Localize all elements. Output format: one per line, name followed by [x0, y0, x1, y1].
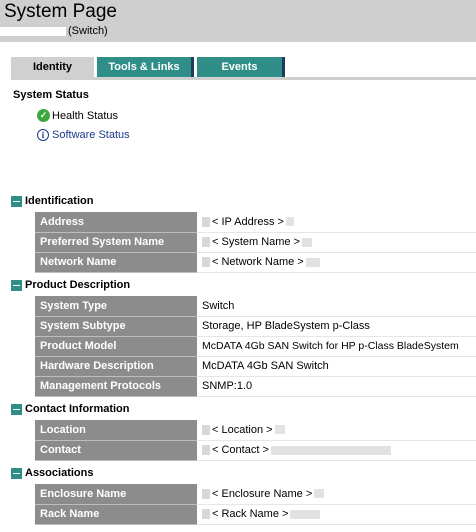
rack-name-label: Rack Name	[35, 504, 197, 525]
address-value: < IP Address >	[197, 212, 476, 233]
redaction-mark	[274, 425, 285, 435]
redaction-mark	[202, 424, 210, 435]
redaction-mark	[290, 509, 321, 519]
management-protocols-label: Management Protocols	[35, 376, 197, 397]
identification-section-header[interactable]: Identification	[11, 195, 93, 207]
table-row: Address < IP Address >	[35, 212, 476, 233]
system-type-value: Switch	[197, 296, 476, 317]
preferred-system-name-label: Preferred System Name	[35, 232, 197, 253]
system-subtype-label: System Subtype	[35, 316, 197, 337]
redaction-mark	[202, 488, 210, 499]
table-row: Preferred System Name < System Name >	[35, 232, 476, 253]
table-row: Network Name < Network Name >	[35, 252, 476, 273]
redaction-mark	[202, 257, 210, 268]
health-status-row[interactable]: ✓ Health Status	[37, 109, 118, 122]
associations-section-header[interactable]: Associations	[11, 467, 93, 479]
product-table: System Type Switch System Subtype Storag…	[35, 296, 476, 397]
table-row: System Subtype Storage, HP BladeSystem p…	[35, 316, 476, 337]
redaction-mark	[202, 237, 210, 248]
table-row: Enclosure Name < Enclosure Name >	[35, 484, 476, 505]
software-status-label: Software Status	[52, 129, 130, 141]
health-status-label: Health Status	[52, 109, 119, 122]
table-row: Location < Location >	[35, 420, 476, 441]
address-text: < IP Address >	[212, 215, 284, 228]
subtitle-row: (Switch)	[0, 24, 108, 38]
hardware-description-label: Hardware Description	[35, 356, 197, 377]
tab-identity[interactable]: Identity	[11, 57, 94, 79]
product-heading: Product Description	[25, 279, 131, 291]
page-header: System Page (Switch)	[0, 0, 476, 42]
identification-table: Address < IP Address > Preferred System …	[35, 212, 476, 273]
contact-section-header[interactable]: Contact Information	[11, 403, 130, 415]
rack-name-text: < Rack Name >	[212, 508, 289, 520]
system-type-label: System Type	[35, 296, 197, 317]
tab-underline	[11, 77, 476, 80]
collapse-icon[interactable]	[11, 403, 22, 415]
table-row: Contact < Contact >	[35, 440, 476, 461]
redaction-mark	[314, 489, 325, 499]
network-name-value: < Network Name >	[197, 252, 476, 273]
associations-heading: Associations	[25, 467, 94, 479]
redaction-mark	[202, 509, 210, 520]
info-icon: i	[37, 129, 49, 141]
identification-heading: Identification	[25, 195, 94, 207]
location-label: Location	[35, 420, 197, 441]
system-name-text: < System Name >	[212, 236, 301, 248]
collapse-icon[interactable]	[11, 467, 22, 479]
redaction-mark	[305, 257, 320, 267]
system-subtype-value: Storage, HP BladeSystem p-Class	[197, 316, 476, 337]
collapse-icon[interactable]	[11, 195, 22, 207]
rack-name-value: < Rack Name >	[197, 504, 476, 525]
preferred-system-name-value: < System Name >	[197, 232, 476, 253]
collapse-icon[interactable]	[11, 279, 22, 291]
system-status-heading: System Status	[13, 89, 89, 101]
software-status-link[interactable]: i Software Status	[37, 129, 130, 141]
table-row: Hardware Description McDATA 4Gb SAN Swit…	[35, 356, 476, 377]
product-model-value: McDATA 4Gb SAN Switch for HP p-Class Bla…	[197, 336, 476, 357]
redaction-mark	[285, 217, 294, 227]
product-section-header[interactable]: Product Description	[11, 279, 130, 291]
associations-table: Enclosure Name < Enclosure Name > Rack N…	[35, 484, 476, 525]
contact-table: Location < Location > Contact < Contact …	[35, 420, 476, 461]
table-row: Product Model McDATA 4Gb SAN Switch for …	[35, 336, 476, 357]
tab-events[interactable]: Events	[197, 57, 285, 78]
table-row: Rack Name < Rack Name >	[35, 504, 476, 525]
table-row: Management Protocols SNMP:1.0	[35, 376, 476, 397]
contact-text: < Contact >	[212, 444, 269, 456]
hardware-description-value: McDATA 4Gb SAN Switch	[197, 356, 476, 377]
check-icon: ✓	[37, 109, 50, 122]
redaction-mark	[202, 445, 210, 456]
network-name-label: Network Name	[35, 252, 197, 273]
contact-heading: Contact Information	[25, 403, 130, 415]
tab-bar: Identity Tools & Links Events	[11, 57, 288, 79]
tab-tools-links[interactable]: Tools & Links	[97, 57, 194, 78]
redacted-switch-name	[0, 26, 66, 36]
contact-label: Contact	[35, 440, 197, 461]
contact-value: < Contact >	[197, 440, 476, 461]
page-title: System Page	[4, 1, 117, 22]
product-model-label: Product Model	[35, 336, 197, 357]
redaction-mark	[270, 445, 391, 455]
address-label: Address	[35, 212, 197, 233]
location-value: < Location >	[197, 420, 476, 441]
enclosure-name-text: < Enclosure Name >	[212, 487, 313, 500]
page-subtitle: (Switch)	[68, 25, 108, 37]
redaction-mark	[302, 237, 313, 247]
table-row: System Type Switch	[35, 296, 476, 317]
enclosure-name-label: Enclosure Name	[35, 484, 197, 505]
location-text: < Location >	[212, 423, 273, 436]
network-name-text: < Network Name >	[212, 256, 304, 268]
management-protocols-value: SNMP:1.0	[197, 376, 476, 397]
redaction-mark	[202, 216, 210, 227]
enclosure-name-value: < Enclosure Name >	[197, 484, 476, 505]
